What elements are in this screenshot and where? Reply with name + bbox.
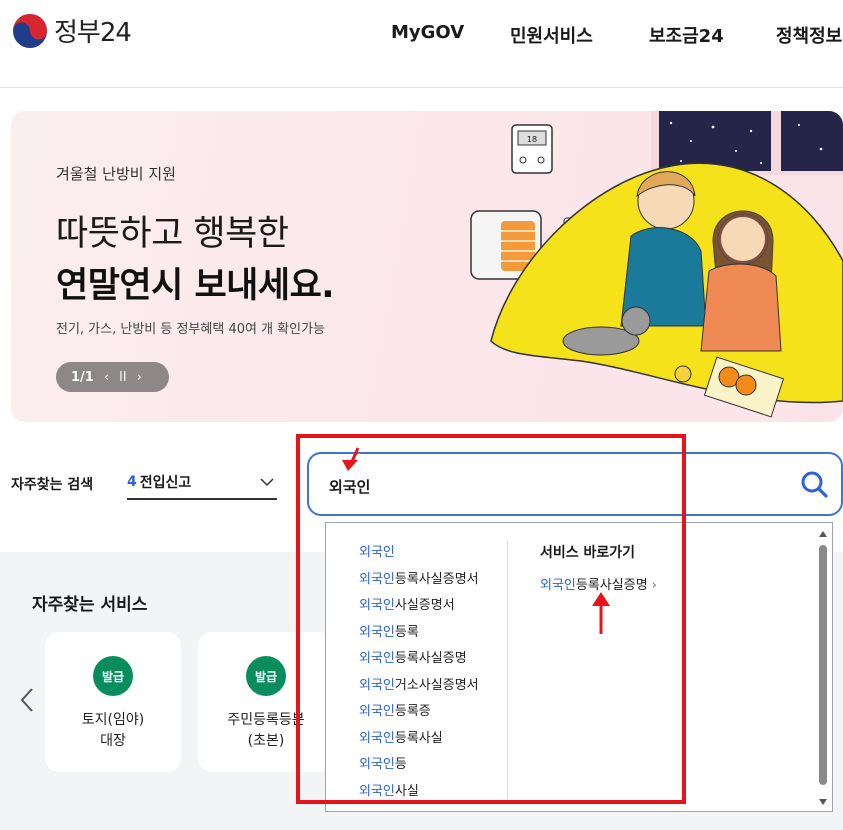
faq-rank: 4 [127, 474, 137, 490]
service-card-line1: 토지(임야) [81, 712, 145, 728]
banner-subtitle: 겨울철 난방비 지원 [56, 165, 176, 183]
services-title: 자주찾는 서비스 [32, 595, 148, 615]
service-card-resident-register[interactable]: 발급 주민등록등본 (초본) [198, 632, 334, 772]
issue-badge: 발급 [246, 656, 286, 696]
suggestion-item[interactable]: 외국인등록사실증명서 [359, 568, 519, 595]
suggestion-item[interactable]: 외국인 [359, 541, 519, 568]
dropdown-scrollbar[interactable] [818, 531, 828, 805]
chevron-left-icon[interactable] [18, 686, 36, 714]
search-input[interactable] [329, 474, 749, 498]
next-slide-icon[interactable]: › [137, 370, 142, 385]
banner-headline-line2: 연말연시 보내세요. [56, 266, 335, 306]
banner-headline-line1: 따뜻하고 행복한 [56, 214, 289, 254]
issue-badge: 발급 [93, 656, 133, 696]
suggestion-item[interactable]: 외국인사실증명서 [359, 594, 519, 621]
suggestion-item[interactable]: 외국인등록 [359, 621, 519, 648]
service-card-line2: (초본) [247, 733, 285, 749]
faq-search-select[interactable]: 4 전입신고 [127, 466, 277, 500]
suggestion-item[interactable]: 외국인등록사실 [359, 727, 519, 754]
suggestion-item[interactable]: 외국인등록사실증명 [359, 647, 519, 674]
service-shortcut-title: 서비스 바로가기 [540, 545, 636, 561]
faq-search-label: 자주찾는 검색 [11, 477, 94, 493]
pause-icon[interactable]: II [119, 370, 127, 385]
thermostat-reading: 18 [527, 135, 537, 144]
taegeuk-emblem-icon [13, 13, 47, 48]
prev-slide-icon[interactable]: ‹ [104, 370, 109, 385]
suggestion-item[interactable]: 외국인거소사실증명서 [359, 674, 519, 701]
suggestion-item[interactable]: 외국인등록증 [359, 700, 519, 727]
service-card-label: 주민등록등본 (초본) [198, 710, 334, 752]
autocomplete-dropdown: 외국인 외국인등록사실증명서 외국인사실증명서 외국인등록 외국인등록사실증명 … [325, 522, 833, 812]
chevron-down-icon [260, 478, 274, 487]
service-card-line2: 대장 [100, 733, 126, 749]
suggestion-item[interactable]: 외국인사실 [359, 780, 519, 807]
service-card-line1: 주민등록등본 [227, 712, 305, 728]
faq-value: 전입신고 [139, 475, 192, 491]
site-header: 정부24 MyGOV 민원서비스 보조금24 정책정보 [0, 0, 843, 88]
scroll-thumb[interactable] [819, 545, 827, 785]
banner-description: 전기, 가스, 난방비 등 정부혜택 40여 개 확인가능 [56, 322, 326, 337]
suggestion-item[interactable]: 외국인등 [359, 753, 519, 780]
nav-subsidy24[interactable]: 보조금24 [649, 22, 724, 48]
banner-pager: 1/1 ‹ II › [56, 362, 169, 392]
nav-civil-service[interactable]: 민원서비스 [510, 22, 593, 48]
site-logo[interactable]: 정부24 [12, 12, 132, 49]
scroll-down-icon[interactable] [819, 799, 827, 805]
nav-mygov[interactable]: MyGOV [391, 22, 464, 43]
nav-policy-info[interactable]: 정책정보 [776, 22, 842, 48]
service-shortcut-link[interactable]: 외국인등록사실증명 › [540, 574, 657, 593]
winter-couple-illustration: 18 [470, 111, 843, 418]
scroll-up-icon[interactable] [819, 531, 827, 537]
hero-banner[interactable]: 겨울철 난방비 지원 따뜻하고 행복한 연말연시 보내세요. 전기, 가스, 난… [11, 111, 843, 422]
pager-count: 1/1 [71, 369, 94, 385]
service-card-land-register[interactable]: 발급 토지(임야) 대장 [45, 632, 181, 772]
search-box [307, 452, 843, 516]
suggestion-list: 외국인 외국인등록사실증명서 외국인사실증명서 외국인등록 외국인등록사실증명 … [359, 541, 519, 806]
service-card-label: 토지(임야) 대장 [45, 710, 181, 752]
dropdown-divider [507, 541, 508, 799]
search-icon[interactable] [799, 469, 829, 499]
logo-text: 정부24 [54, 18, 132, 48]
chevron-right-icon: › [651, 578, 657, 593]
